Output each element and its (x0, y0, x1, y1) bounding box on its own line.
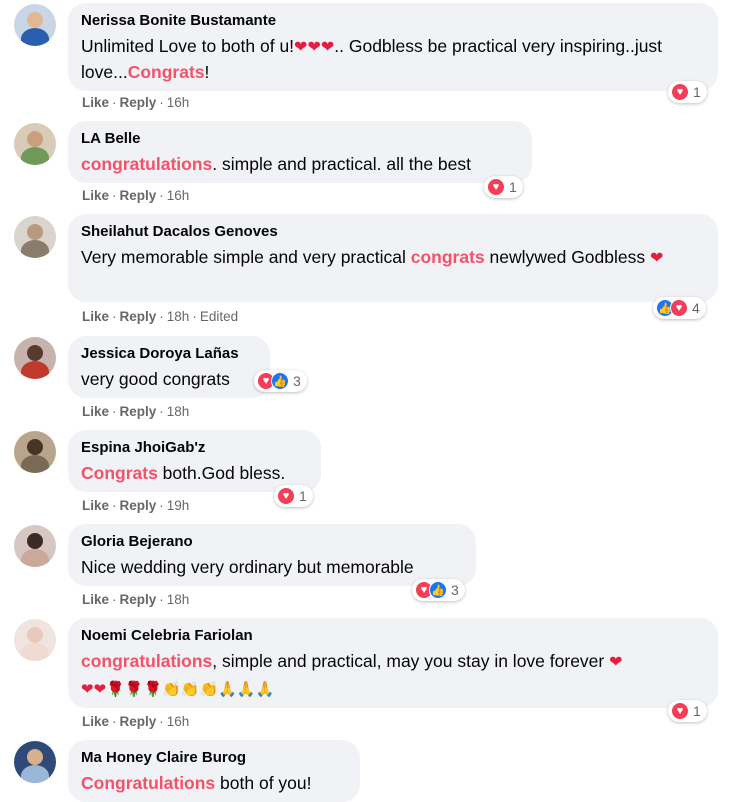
comment-actions: Like · Reply · 19h (82, 498, 190, 513)
like-button[interactable]: Like (82, 404, 109, 419)
timestamp[interactable]: 16h (167, 188, 190, 203)
reply-button[interactable]: Reply (120, 592, 157, 607)
highlighted-word: Congratulations (81, 773, 216, 793)
commenter-name[interactable]: Nerissa Bonite Bustamante (81, 12, 704, 30)
reaction-count: 1 (509, 179, 517, 195)
timestamp[interactable]: 18h (167, 404, 190, 419)
commenter-name[interactable]: LA Belle (81, 130, 518, 148)
comment-actions: Like · Reply · 16h (82, 714, 190, 729)
reply-button[interactable]: Reply (120, 498, 157, 513)
reaction-summary[interactable]: ♥ 1 (484, 176, 523, 198)
reaction-count: 1 (693, 703, 701, 719)
comment-bubble: Sheilahut Dacalos Genoves Very memorable… (68, 214, 718, 302)
edited-label: Edited (199, 309, 239, 324)
highlighted-word: congrats (410, 247, 485, 267)
heart-emoji: ❤❤❤ (294, 39, 335, 56)
love-reaction-icon: ♥ (277, 487, 295, 505)
avatar[interactable] (14, 431, 56, 473)
comment-text: Unlimited Love to both of u!❤❤❤.. Godble… (81, 36, 663, 82)
reply-button[interactable]: Reply (120, 404, 157, 419)
highlighted-word: Congrats (81, 463, 158, 483)
reaction-summary[interactable]: ♥ 1 (668, 700, 707, 722)
timestamp[interactable]: 18h (167, 592, 190, 607)
reaction-summary[interactable]: ♥ 1 (274, 485, 313, 507)
love-reaction-icon: ♥ (670, 299, 688, 317)
heart-emoji: ❤ (650, 250, 664, 267)
avatar[interactable] (14, 4, 56, 46)
commenter-name[interactable]: Sheilahut Dacalos Genoves (81, 223, 704, 241)
comment-actions: Like · Reply · 18h · Edited (82, 309, 239, 324)
like-button[interactable]: Like (82, 714, 109, 729)
comment-actions: Like · Reply · 16h (82, 95, 190, 110)
comment-text: very good congrats (81, 369, 230, 389)
timestamp[interactable]: 18h (167, 309, 190, 324)
highlighted-word: Congrats (127, 62, 205, 82)
reaction-summary[interactable]: ♥ 👍 3 (254, 370, 307, 392)
comment-text: congratulations. simple and practical. a… (81, 154, 472, 174)
avatar[interactable] (14, 525, 56, 567)
comment-bubble: Ma Honey Claire Burog Congratulations bo… (68, 740, 360, 802)
avatar[interactable] (14, 216, 56, 258)
comment-actions: Like · Reply · 18h (82, 404, 190, 419)
comment-bubble: Espina JhoiGab'z Congrats both.God bless… (68, 430, 321, 492)
love-reaction-icon: ♥ (671, 702, 689, 720)
comment-text: Congratulations both of you! (81, 773, 312, 793)
reaction-count: 3 (451, 582, 459, 598)
like-button[interactable]: Like (82, 592, 109, 607)
avatar[interactable] (14, 337, 56, 379)
like-button[interactable]: Like (82, 309, 109, 324)
timestamp[interactable]: 16h (167, 714, 190, 729)
comment-bubble: Nerissa Bonite Bustamante Unlimited Love… (68, 3, 718, 91)
comment-text: Nice wedding very ordinary but memorable (81, 557, 414, 577)
like-reaction-icon: 👍 (271, 372, 289, 390)
reaction-count: 1 (299, 488, 307, 504)
comment-actions: Like · Reply · 18h (82, 592, 190, 607)
reaction-summary[interactable]: ♥ 1 (668, 81, 707, 103)
comment-bubble: Jessica Doroya Lañas very good congrats (68, 336, 270, 398)
reply-button[interactable]: Reply (120, 309, 157, 324)
highlighted-word: congratulations (81, 651, 213, 671)
like-button[interactable]: Like (82, 188, 109, 203)
highlighted-word: congratulations (81, 154, 213, 174)
comment-text: congratulations, simple and practical, m… (81, 651, 623, 671)
avatar[interactable] (14, 123, 56, 165)
comment-text: Congrats both.God bless. (81, 463, 286, 483)
comment-bubble: Noemi Celebria Fariolan congratulations,… (68, 618, 718, 708)
love-reaction-icon: ♥ (487, 178, 505, 196)
like-button[interactable]: Like (82, 498, 109, 513)
comment-text: Very memorable simple and very practical… (81, 247, 664, 267)
heart-emoji: ❤ (609, 654, 623, 671)
commenter-name[interactable]: Gloria Bejerano (81, 533, 462, 551)
comment-bubble: LA Belle congratulations. simple and pra… (68, 121, 532, 183)
commenter-name[interactable]: Ma Honey Claire Burog (81, 749, 346, 767)
reaction-count: 3 (293, 373, 301, 389)
like-button[interactable]: Like (82, 95, 109, 110)
reaction-summary[interactable]: 👍 ♥ 4 (653, 297, 706, 319)
comment-bubble: Gloria Bejerano Nice wedding very ordina… (68, 524, 476, 586)
reply-button[interactable]: Reply (120, 95, 157, 110)
like-reaction-icon: 👍 (429, 581, 447, 599)
emoji-line: ❤❤🌹🌹🌹👏👏👏🙏🙏🙏 (81, 681, 275, 698)
timestamp[interactable]: 19h (167, 498, 190, 513)
commenter-name[interactable]: Jessica Doroya Lañas (81, 345, 256, 363)
reaction-count: 1 (693, 84, 701, 100)
commenter-name[interactable]: Noemi Celebria Fariolan (81, 627, 704, 645)
reply-button[interactable]: Reply (120, 714, 157, 729)
reaction-summary[interactable]: ♥ 👍 3 (412, 579, 465, 601)
avatar[interactable] (14, 619, 56, 661)
comment-actions: Like · Reply · 16h (82, 188, 190, 203)
reply-button[interactable]: Reply (120, 188, 157, 203)
avatar[interactable] (14, 741, 56, 783)
commenter-name[interactable]: Espina JhoiGab'z (81, 439, 307, 457)
love-reaction-icon: ♥ (671, 83, 689, 101)
timestamp[interactable]: 16h (167, 95, 190, 110)
reaction-count: 4 (692, 300, 700, 316)
